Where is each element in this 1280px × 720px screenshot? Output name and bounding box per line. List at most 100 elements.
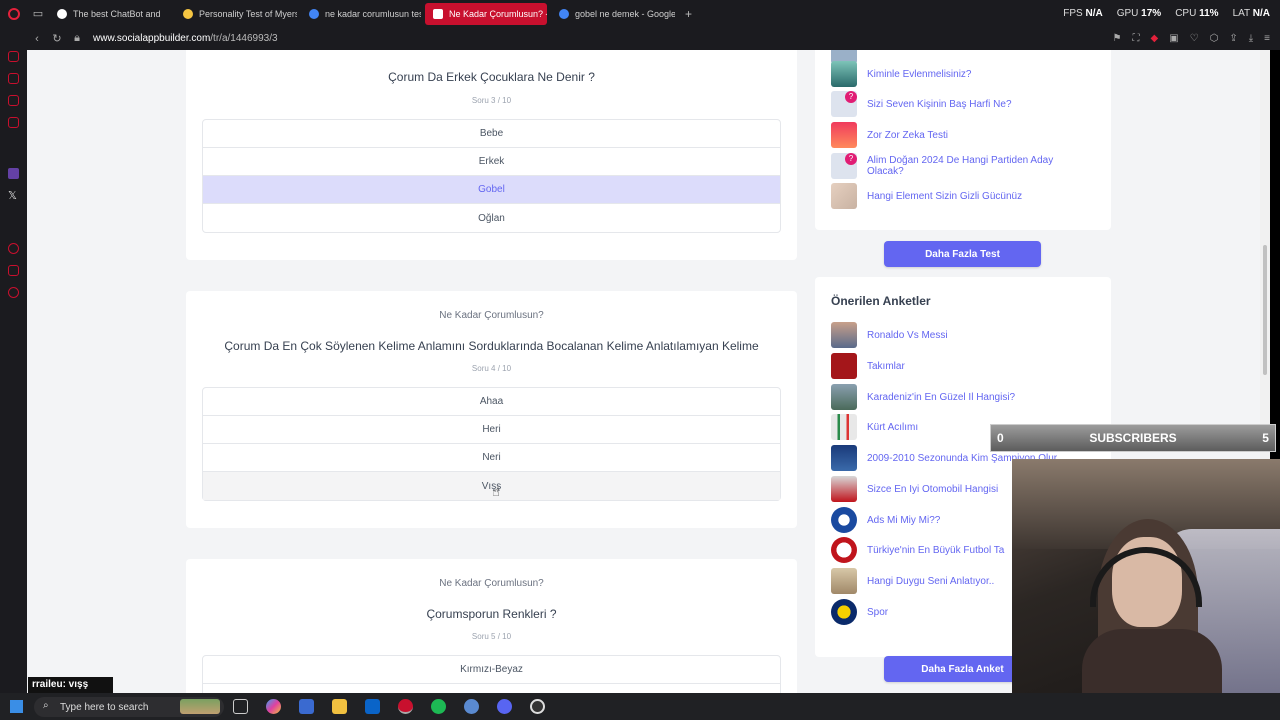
answer-option[interactable]: Kırmızı-Beyaz xyxy=(203,656,780,684)
reload-icon[interactable]: ↻ xyxy=(47,32,67,45)
question-title: Çorum Da Erkek Çocuklara Ne Denir ? xyxy=(388,70,595,84)
question-card-3: Çorum Da Erkek Çocuklara Ne Denir ? Soru… xyxy=(186,50,797,260)
chatbot-favicon-icon xyxy=(57,8,67,19)
outlook-icon[interactable] xyxy=(365,699,380,714)
poll-link-item[interactable]: Hangi Duygu Seni Anlatıyor.. xyxy=(831,568,994,594)
answer-option[interactable]: Ahaa xyxy=(203,388,780,416)
poll-thumbnail xyxy=(831,414,857,440)
wallet-icon[interactable]: ▣ xyxy=(1169,33,1178,44)
answer-option[interactable]: Bebe xyxy=(203,120,780,148)
x-twitter-icon[interactable]: 𝕏 xyxy=(8,189,17,202)
opera-logo-icon[interactable] xyxy=(0,0,27,27)
back-icon[interactable]: ‹ xyxy=(27,33,47,45)
new-tab-button[interactable]: + xyxy=(679,7,698,21)
test-link-item[interactable]: ? Alim Doğan 2024 De Hangi Partiden Aday… xyxy=(831,153,1067,179)
test-thumbnail: ? xyxy=(831,91,857,117)
answer-option[interactable] xyxy=(203,684,780,693)
poll-thumbnail xyxy=(831,384,857,410)
lock-icon: 🔒︎ xyxy=(74,32,80,44)
poll-thumbnail xyxy=(831,353,857,379)
snapshot-icon[interactable]: ⛶ xyxy=(1132,33,1139,44)
bookmark-icon[interactable]: ⚑ xyxy=(1113,33,1122,44)
tab-active-quiz[interactable]: Ne Kadar Çorumlusun? - xyxy=(425,2,547,25)
download-icon[interactable]: ⤓ xyxy=(1249,33,1253,44)
question-title: Çorum Da En Çok Söylenen Kelime Anlamını… xyxy=(224,339,759,353)
quiz-category: Ne Kadar Çorumlusun? xyxy=(439,310,544,321)
twitch-icon[interactable] xyxy=(8,168,19,179)
tab-menu-icon[interactable]: ▭ xyxy=(27,0,49,27)
answer-option-selected[interactable]: Gobel xyxy=(203,176,780,204)
browser-sidebar: 𝕏 xyxy=(0,27,27,693)
subscriber-goal-bar: 0 SUBSCRIBERS 5 xyxy=(990,424,1276,452)
spotify-icon[interactable] xyxy=(431,699,446,714)
instagram-icon[interactable] xyxy=(8,95,19,106)
tab-personality-test[interactable]: Personality Test of Myers xyxy=(175,3,297,25)
shield-icon[interactable]: ◆ xyxy=(1150,33,1158,44)
history-icon[interactable] xyxy=(8,243,19,254)
poll-thumbnail xyxy=(831,476,857,502)
settings-icon[interactable] xyxy=(8,287,19,298)
app-icon[interactable] xyxy=(464,699,479,714)
menu-icon[interactable]: ≡ xyxy=(1264,33,1270,44)
poll-link-item[interactable]: Ads Mi Miy Mi?? xyxy=(831,507,940,533)
poll-link-item[interactable]: Karadeniz'in En Güzel Il Hangisi? xyxy=(831,384,1015,410)
file-explorer-icon[interactable] xyxy=(332,699,347,714)
share-icon[interactable]: ⇪ xyxy=(1229,33,1237,44)
answer-option[interactable]: Oğlan xyxy=(203,204,780,232)
scrollbar-thumb[interactable] xyxy=(1263,245,1267,375)
task-view-icon[interactable] xyxy=(233,699,248,714)
address-bar: ‹ ↻ 🔒︎ www.socialappbuilder.com/tr/a/144… xyxy=(27,27,1280,50)
poll-link-item[interactable]: Sizce En Iyi Otomobil Hangisi xyxy=(831,476,998,502)
windows-start-icon[interactable] xyxy=(10,700,23,713)
test-link-item[interactable]: ? Sizi Seven Kişinin Baş Harfi Ne? xyxy=(831,91,1012,117)
hand-cursor-icon: ☝ xyxy=(492,484,500,499)
answer-option[interactable]: Neri xyxy=(203,444,780,472)
poll-link-item[interactable]: Takımlar xyxy=(831,353,905,379)
poll-link-item[interactable]: Kürt Acılımı xyxy=(831,414,918,440)
google-favicon-icon xyxy=(309,8,319,19)
question-counter: Soru 4 / 10 xyxy=(471,364,512,373)
opera-gx-taskbar-icon[interactable] xyxy=(398,699,413,714)
quiz-category: Ne Kadar Çorumlusun? xyxy=(439,578,544,589)
answer-option[interactable]: Erkek xyxy=(203,148,780,176)
question-counter: Soru 3 / 10 xyxy=(471,96,512,105)
answer-option[interactable]: Heri xyxy=(203,416,780,444)
search-widget-image-icon[interactable] xyxy=(180,699,220,714)
store-icon[interactable] xyxy=(299,699,314,714)
discord-icon[interactable] xyxy=(497,699,512,714)
polls-heading: Önerilen Anketler xyxy=(831,294,931,308)
search-icon: ⌕ xyxy=(43,700,49,711)
suggested-tests-card: Kiminle Evlenmelisiniz? ? Sizi Seven Kiş… xyxy=(815,50,1111,230)
extensions-icon[interactable] xyxy=(8,265,19,276)
poll-link-item[interactable]: Türkiye'nin En Büyük Futbol Ta xyxy=(831,537,1004,563)
tab-google-search-1[interactable]: ne kadar corumlusun test xyxy=(301,3,421,25)
player-icon[interactable] xyxy=(8,117,19,128)
test-thumbnail xyxy=(831,122,857,148)
test-link-item[interactable]: Zor Zor Zeka Testi xyxy=(831,122,948,148)
test-link-item[interactable]: Kiminle Evlenmelisiniz? xyxy=(831,61,971,87)
tab-chatbot[interactable]: The best ChatBot and xyxy=(49,3,171,25)
tab-google-search-2[interactable]: gobel ne demek - Google xyxy=(551,3,675,25)
poll-link-item[interactable]: Spor xyxy=(831,599,888,625)
test-thumbnail xyxy=(831,183,857,209)
copilot-icon[interactable] xyxy=(266,699,281,714)
test-link-item[interactable]: Hangi Element Sizin Gizli Gücünüz xyxy=(831,183,1022,209)
webcam-overlay xyxy=(1012,459,1280,693)
test-thumbnail xyxy=(831,61,857,87)
obs-icon[interactable] xyxy=(530,699,545,714)
question-badge-icon: ? xyxy=(845,153,857,165)
url-field[interactable]: www.socialappbuilder.com/tr/a/1446993/3 xyxy=(93,33,278,44)
poll-link-item[interactable]: Ronaldo Vs Messi xyxy=(831,322,948,348)
messenger-icon[interactable] xyxy=(8,51,19,62)
question-title: Çorumsporun Renkleri ? xyxy=(426,607,557,621)
heart-icon[interactable]: ♡ xyxy=(1190,33,1199,44)
question-badge-icon: ? xyxy=(845,91,857,103)
more-tests-button[interactable]: Daha Fazla Test xyxy=(884,241,1041,267)
bag-icon[interactable] xyxy=(8,73,19,84)
question-counter: Soru 5 / 10 xyxy=(471,632,512,641)
extensions-icon[interactable]: ⬡ xyxy=(1210,33,1219,44)
poll-thumbnail xyxy=(831,507,857,533)
poll-thumbnail xyxy=(831,322,857,348)
personality-favicon-icon xyxy=(183,8,193,19)
poll-thumbnail xyxy=(831,599,857,625)
